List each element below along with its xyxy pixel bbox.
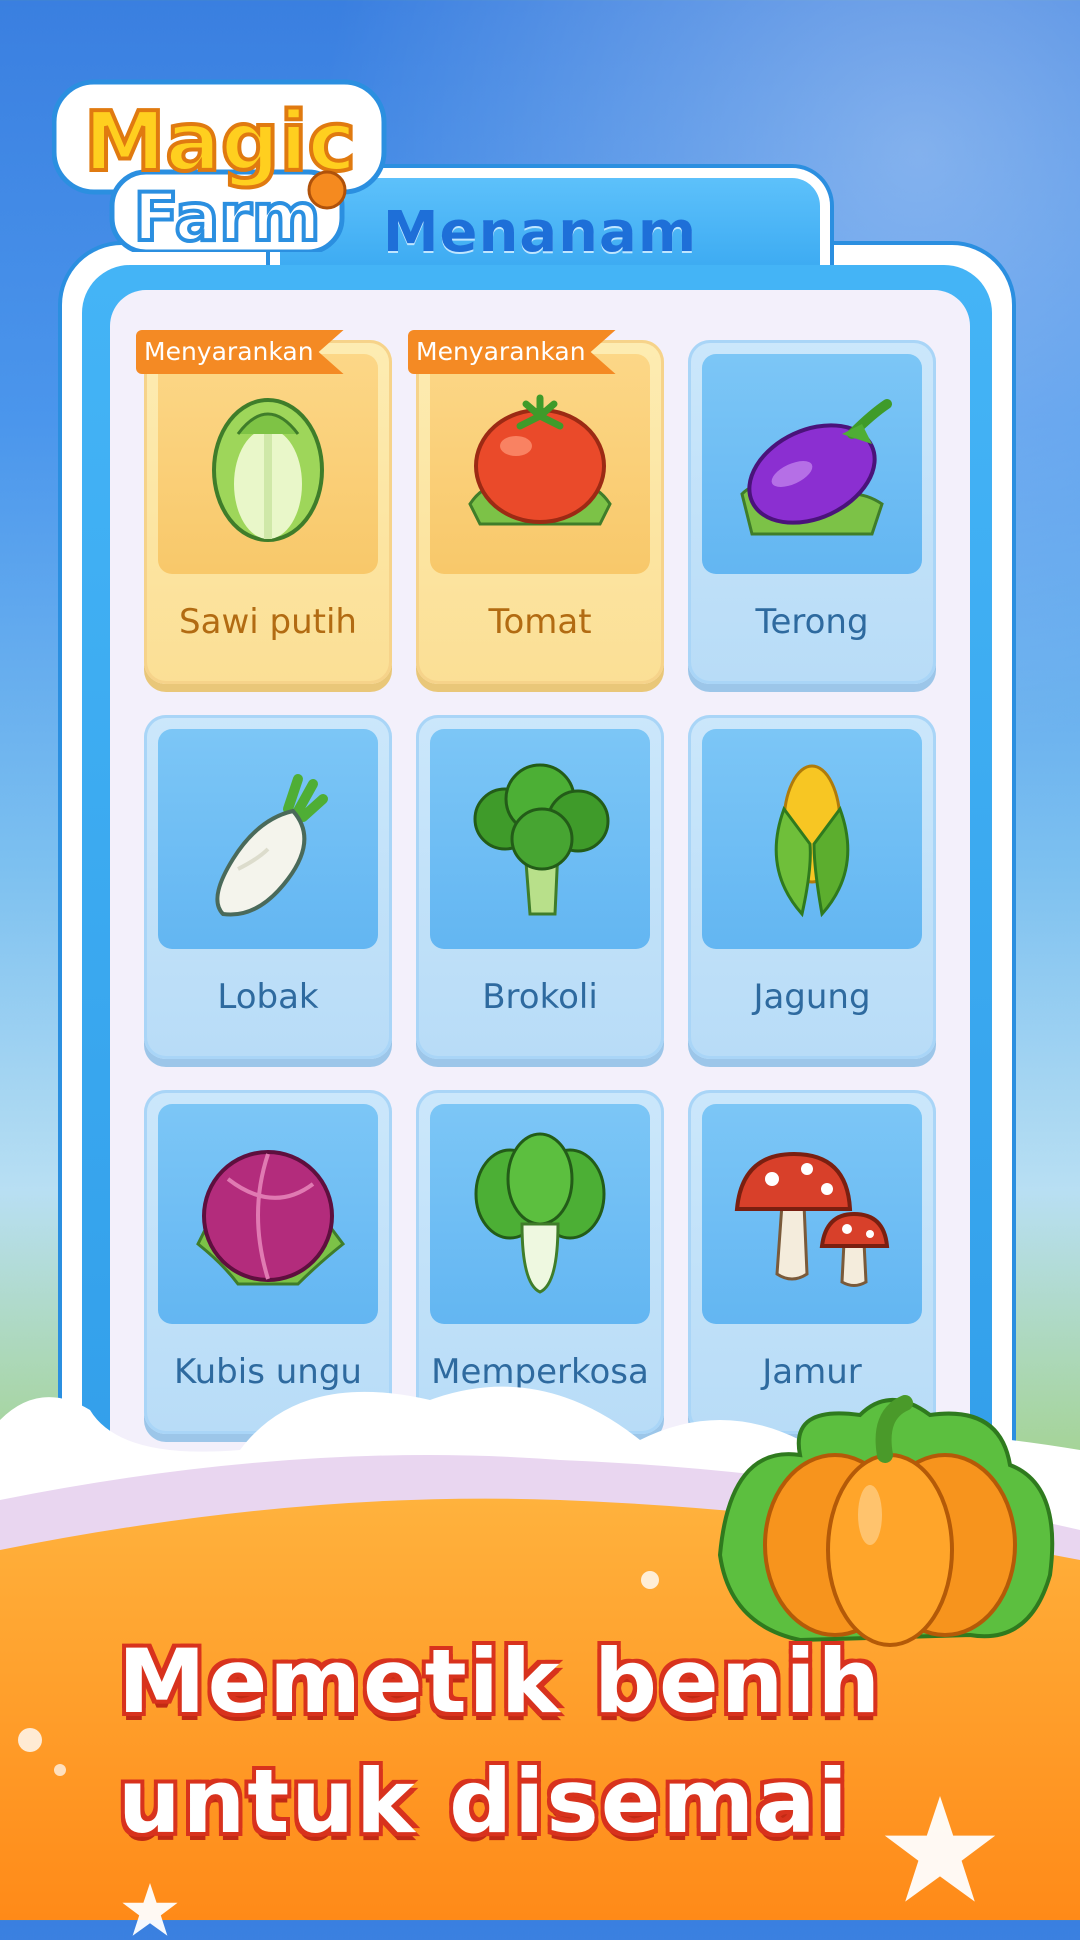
star-icon xyxy=(884,1796,996,1902)
red-cabbage-icon xyxy=(196,1150,346,1286)
crop-name: Tomat xyxy=(488,602,592,642)
eggplant-icon xyxy=(740,399,892,536)
radish-icon xyxy=(215,774,328,917)
logo-pumpkin-icon xyxy=(307,170,347,210)
crop-name: Lobak xyxy=(217,977,319,1017)
pumpkin-icon xyxy=(717,1395,1055,1647)
crop-image-box xyxy=(702,1104,922,1324)
crop-name: Brokoli xyxy=(482,977,598,1017)
tomato-icon xyxy=(468,394,612,526)
crop-card-sawi-putih[interactable]: Menyarankan Sawi putih xyxy=(136,330,392,684)
logo-word-farm: Farm xyxy=(133,179,320,252)
corn-icon xyxy=(774,764,850,918)
crop-card-lobak[interactable]: Lobak xyxy=(144,715,392,1059)
bok-choy-icon xyxy=(474,1132,606,1294)
crop-name: Sawi putih xyxy=(179,602,357,642)
broccoli-icon xyxy=(473,763,610,916)
crop-image-box xyxy=(702,729,922,949)
crop-image-box xyxy=(430,1104,650,1324)
crop-image-box xyxy=(702,354,922,574)
crop-card-tomat[interactable]: Menyarankan Tomat xyxy=(408,330,664,684)
crop-image-box xyxy=(158,354,378,574)
crop-card-jagung[interactable]: Jagung xyxy=(688,715,936,1059)
crop-name: Terong xyxy=(755,602,869,642)
chinese-cabbage-icon xyxy=(212,398,324,542)
crop-card-brokoli[interactable]: Brokoli xyxy=(416,715,664,1059)
crop-card-terong[interactable]: Terong xyxy=(688,340,936,684)
crop-name: Jagung xyxy=(753,977,871,1017)
recommend-ribbon: Menyarankan xyxy=(136,330,344,374)
mushroom-icon xyxy=(734,1151,890,1287)
recommend-ribbon: Menyarankan xyxy=(408,330,616,374)
star-icon xyxy=(122,1883,178,1936)
crop-image-box xyxy=(158,729,378,949)
crop-image-box xyxy=(158,1104,378,1324)
caption-line-1: Memetik benih xyxy=(118,1630,883,1733)
magic-farm-logo: Magic Farm xyxy=(52,79,387,252)
crop-image-box xyxy=(430,729,650,949)
crop-image-box xyxy=(430,354,650,574)
